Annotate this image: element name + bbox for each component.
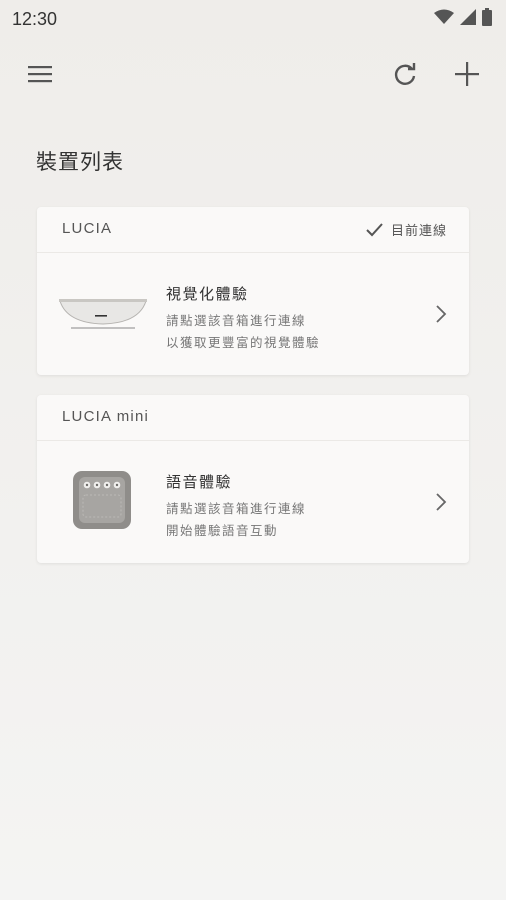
menu-button[interactable] <box>20 54 60 94</box>
wifi-icon <box>434 9 454 24</box>
hamburger-menu-icon <box>28 66 52 83</box>
card-body[interactable]: 視覺化體驗 請點選該音箱進行連線 以獲取更豐富的視覺體驗 <box>37 253 469 375</box>
signal-icon <box>460 9 476 25</box>
page-title: 裝置列表 <box>36 150 124 174</box>
plus-icon <box>455 62 479 86</box>
device-card-lucia[interactable]: LUCIA 目前連線 視覺化體驗 請點選該音箱進行連線 以獲取更豐富的視覺體驗 <box>37 207 469 375</box>
lucia-mini-speaker-image <box>73 471 131 529</box>
check-icon <box>366 222 383 236</box>
feature-description-line1: 請點選該音箱進行連線 <box>166 313 307 328</box>
feature-description-line1: 請點選該音箱進行連線 <box>166 501 307 516</box>
device-name: LUCIA mini <box>62 408 150 425</box>
status-bar: 12:30 <box>0 0 506 38</box>
add-device-button[interactable] <box>447 54 487 94</box>
feature-description-line2: 開始體驗語音互動 <box>166 523 279 538</box>
card-body[interactable]: 語音體驗 請點選該音箱進行連線 開始體驗語音互動 <box>37 441 469 563</box>
status-icons <box>434 8 492 26</box>
device-name: LUCIA <box>62 220 113 237</box>
card-header: LUCIA mini <box>37 395 469 441</box>
chevron-right-icon[interactable] <box>431 491 451 513</box>
feature-description-line2: 以獲取更豐富的視覺體驗 <box>166 335 321 350</box>
device-card-lucia-mini[interactable]: LUCIA mini 語音體驗 請點選該音箱進行連線 開始體驗語音互動 <box>37 395 469 563</box>
lucia-speaker-image <box>59 299 147 329</box>
connection-status-label: 目前連線 <box>390 224 447 239</box>
feature-title: 視覺化體驗 <box>166 285 249 303</box>
refresh-icon <box>394 63 416 85</box>
connection-status: 目前連線 <box>366 220 447 239</box>
status-time: 12:30 <box>12 9 58 29</box>
feature-title: 語音體驗 <box>166 473 233 491</box>
card-header: LUCIA 目前連線 <box>37 207 469 253</box>
battery-icon <box>482 8 492 26</box>
top-bar <box>0 52 506 98</box>
refresh-button[interactable] <box>385 54 425 94</box>
chevron-right-icon[interactable] <box>431 303 451 325</box>
